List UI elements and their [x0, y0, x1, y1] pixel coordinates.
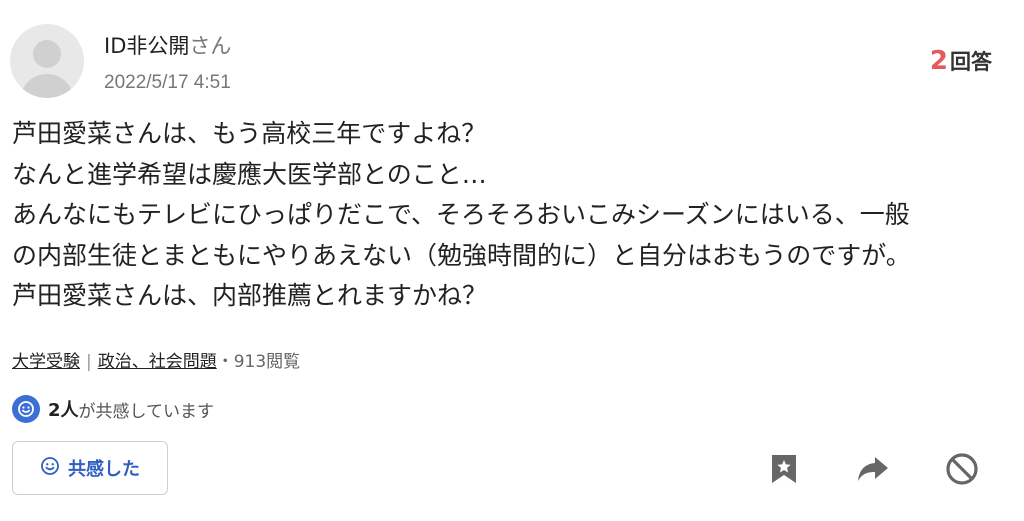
answer-count-label: 回答	[950, 50, 992, 74]
user-avatar	[10, 24, 84, 98]
bookmark-star-icon[interactable]	[767, 452, 801, 486]
smile-icon	[40, 456, 60, 480]
empathy-count: 2人	[48, 400, 79, 421]
question-line: 芦田愛菜さんは、もう高校三年ですよね？	[12, 119, 487, 148]
empathy-button[interactable]: 共感した	[12, 441, 168, 495]
category-link-university-exam[interactable]: 大学受験	[12, 352, 80, 372]
post-date: 2022/5/17 4:51	[104, 72, 231, 93]
empathy-summary: 2人 が共感しています	[12, 394, 214, 424]
question-line: 芦田愛菜さんは、内部推薦とれますかね？	[12, 281, 488, 310]
answer-count-number: 2	[929, 46, 948, 76]
avatar-head-shape	[33, 40, 61, 68]
empathy-text: が共感しています	[78, 401, 215, 422]
user-name-text: ID非公開	[104, 34, 190, 58]
share-arrow-icon[interactable]	[856, 452, 890, 486]
empathy-button-label: 共感した	[68, 459, 140, 480]
category-separator: |	[86, 352, 92, 372]
question-meta: 大学受験 | 政治、社会問題・913閲覧	[12, 347, 300, 372]
question-line: なんと進学希望は慶應大医学部とのこと…	[12, 159, 487, 189]
user-name[interactable]: ID非公開さん	[104, 30, 231, 60]
question-line: の内部生徒とまともにやりあえない（勉強時間的に）と自分はおもうのですが。	[12, 240, 911, 270]
user-name-suffix: さん	[189, 34, 232, 58]
view-count: ・913閲覧	[216, 352, 301, 372]
avatar-body-shape	[20, 74, 74, 98]
question-body: 芦田愛菜さんは、もう高校三年ですよね？ なんと進学希望は慶應大医学部とのこと… …	[12, 114, 1012, 317]
prohibit-icon[interactable]	[945, 452, 979, 486]
smile-icon	[12, 395, 40, 423]
category-link-politics-society[interactable]: 政治、社会問題	[98, 352, 217, 372]
question-line: あんなにもテレビにひっぱりだこで、そろそろおいこみシーズンにはいる、一般	[12, 200, 910, 229]
answer-count[interactable]: 2回答	[930, 46, 992, 76]
